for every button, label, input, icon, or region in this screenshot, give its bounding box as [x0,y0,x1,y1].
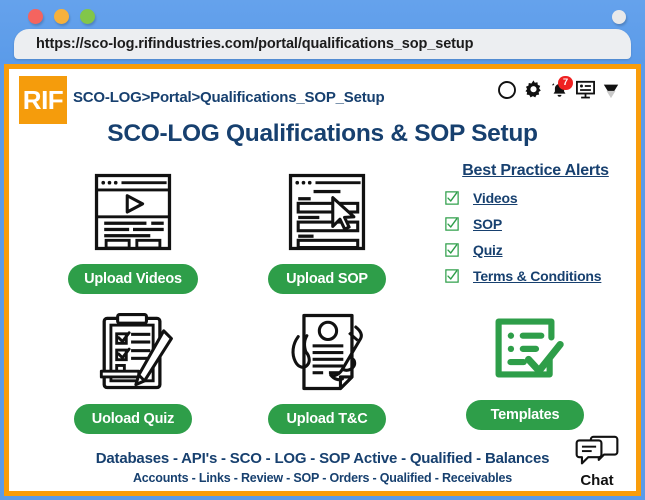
best-practice-alerts-panel: Best Practice Alerts Videos SOP Quiz Ter… [433,162,636,284]
checkbox-checked-icon [445,269,459,283]
window-controls [28,9,95,24]
window-menu-dot[interactable] [612,10,626,24]
document-cursor-icon [251,160,403,264]
app-frame: RIF SCO-LOG>Portal>Qualifications_SOP_Se… [4,64,641,496]
page-title: SCO-LOG Qualifications & SOP Setup [107,120,538,147]
checkbox-checked-icon [445,243,459,257]
video-page-icon [57,160,209,264]
alert-link-sop[interactable]: SOP [473,216,502,232]
alert-item-quiz[interactable]: Quiz [433,242,636,258]
chat-label: Chat [580,472,614,489]
alert-link-quiz[interactable]: Quiz [473,242,503,258]
app-content: RIF SCO-LOG>Portal>Qualifications_SOP_Se… [9,69,636,491]
alert-item-sop[interactable]: SOP [433,216,636,232]
address-bar[interactable]: https://sco-log.rifindustries.com/portal… [14,29,631,59]
upload-videos-button[interactable]: Upload Videos [68,264,198,294]
card-upload-videos: Upload Videos [57,160,209,294]
alert-item-terms-conditions[interactable]: Terms & Conditions [433,268,636,284]
rif-logo[interactable]: RIF [19,76,67,124]
app-header: RIF SCO-LOG>Portal>Qualifications_SOP_Se… [9,69,636,124]
minimize-window-button[interactable] [54,9,69,24]
main-content: Upload Videos Upload SOP Uoload Quiz Upl… [9,160,636,450]
card-upload-quiz: Uoload Quiz [57,300,209,434]
upload-quiz-button[interactable]: Uoload Quiz [74,404,192,434]
chat-bubbles-icon [574,435,620,473]
card-upload-sop: Upload SOP [251,160,403,294]
footer: Databases - API's - SCO - LOG - SOP Acti… [9,450,636,485]
browser-chrome: https://sco-log.rifindustries.com/portal… [0,0,645,62]
upload-sop-button[interactable]: Upload SOP [268,264,386,294]
checkbox-checked-icon [445,217,459,231]
gear-icon[interactable] [523,79,544,105]
contract-signing-icon [251,300,403,404]
alert-link-terms-conditions[interactable]: Terms & Conditions [473,268,602,284]
alerts-title: Best Practice Alerts [462,162,609,179]
presentation-icon[interactable] [575,79,596,105]
footer-line-primary: Databases - API's - SCO - LOG - SOP Acti… [95,450,550,467]
chevron-down-icon[interactable] [602,80,620,105]
bell-icon[interactable]: 7 [550,75,573,105]
card-templates: Templates [449,296,601,430]
templates-button[interactable]: Templates [466,400,584,430]
screen: https://sco-log.rifindustries.com/portal… [0,0,645,500]
url-text: https://sco-log.rifindustries.com/portal… [36,36,474,52]
rif-logo-text: RIF [22,84,64,115]
clipboard-pencil-icon [57,300,209,404]
circle-icon[interactable] [497,80,517,105]
chat-widget[interactable]: Chat [566,433,628,489]
alert-item-videos[interactable]: Videos [433,190,636,206]
header-icon-bar: 7 [497,75,620,105]
breadcrumb[interactable]: SCO-LOG>Portal>Qualifications_SOP_Setup [73,89,385,106]
card-upload-terms-conditions: Upload T&C [251,300,403,434]
checkbox-checked-icon [445,191,459,205]
checklist-check-icon [449,296,601,400]
close-window-button[interactable] [28,9,43,24]
bell-badge-count: 7 [558,75,573,90]
upload-terms-conditions-button[interactable]: Upload T&C [268,404,386,434]
footer-line-secondary: Accounts - Links - Review - SOP - Orders… [132,471,513,485]
alert-link-videos[interactable]: Videos [473,190,518,206]
maximize-window-button[interactable] [80,9,95,24]
